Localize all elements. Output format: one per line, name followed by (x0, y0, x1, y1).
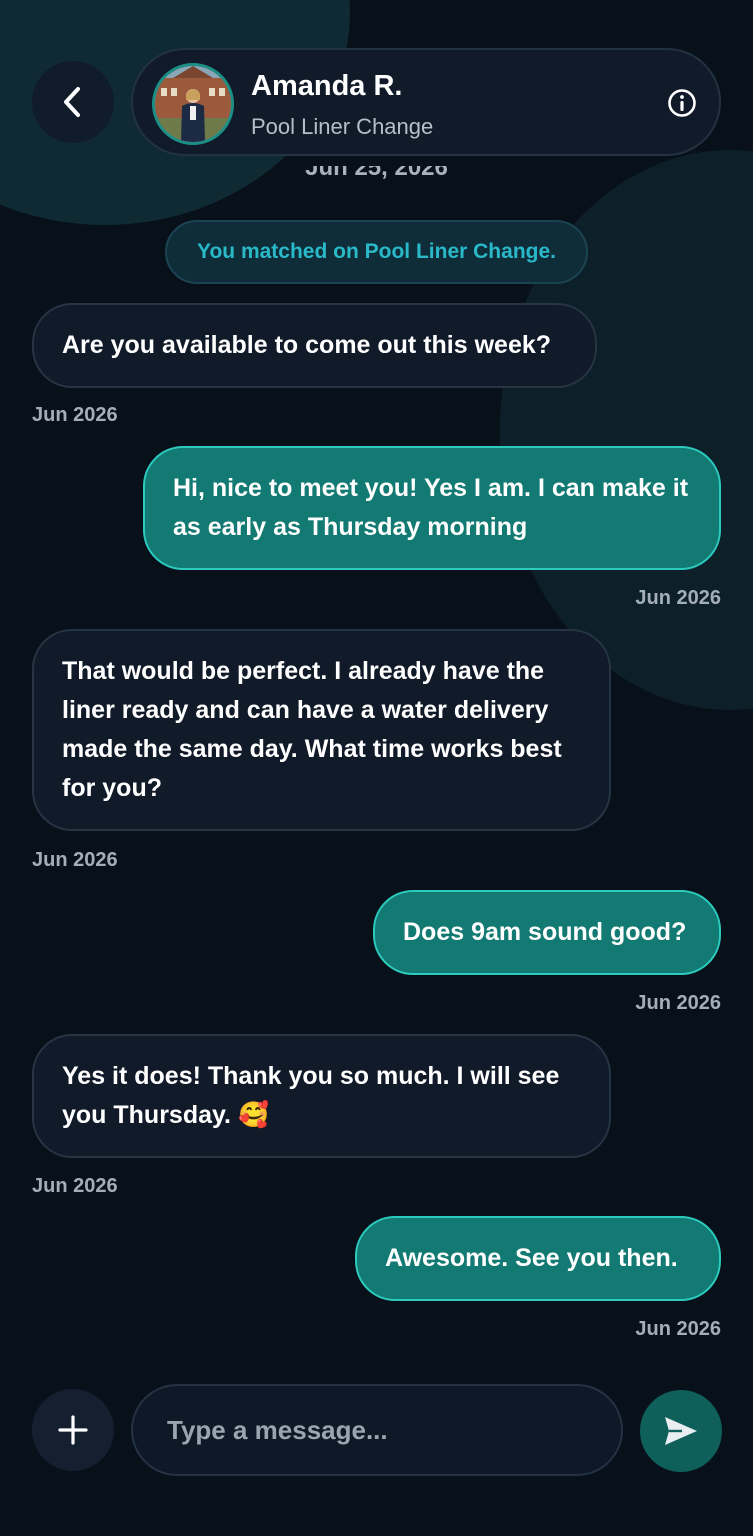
message-timestamp: Jun 2026 (635, 587, 721, 609)
info-icon[interactable] (666, 87, 698, 119)
contact-header[interactable]: Amanda R. Pool Liner Change (131, 48, 721, 156)
contact-subtitle: Pool Liner Change (251, 114, 434, 139)
message-text: That would be perfect. I already have th… (62, 657, 562, 802)
incoming-message-bubble[interactable]: Yes it does! Thank you so much. I will s… (32, 1034, 611, 1158)
message-timestamp: Jun 2026 (32, 404, 118, 426)
chat-screen: Jun 25, 2026 Amanda R. Pool Liner Change… (0, 0, 753, 1536)
match-notice: You matched on Pool Liner Change. (165, 220, 588, 284)
message-text: Hi, nice to meet you! Yes I am. I can ma… (173, 474, 689, 541)
incoming-message-bubble[interactable]: Are you available to come out this week? (32, 303, 597, 388)
message-timestamp: Jun 2026 (635, 992, 721, 1014)
outgoing-message-bubble[interactable]: Does 9am sound good? (373, 890, 721, 975)
send-button[interactable] (640, 1390, 722, 1472)
back-button[interactable] (32, 61, 114, 143)
message-text: Yes it does! Thank you so much. I will s… (62, 1062, 560, 1129)
contact-name: Amanda R. (251, 70, 403, 102)
plus-icon (58, 1415, 88, 1445)
date-divider: Jun 25, 2026 (0, 166, 753, 188)
message-timestamp: Jun 2026 (32, 1175, 118, 1197)
outgoing-message-bubble[interactable]: Awesome. See you then. (355, 1216, 721, 1301)
message-text: Are you available to come out this week? (62, 331, 552, 359)
outgoing-message-bubble[interactable]: Hi, nice to meet you! Yes I am. I can ma… (143, 446, 721, 570)
date-divider-label: Jun 25, 2026 (305, 166, 448, 181)
avatar[interactable] (152, 63, 234, 145)
attach-button[interactable] (32, 1389, 114, 1471)
message-input[interactable] (131, 1384, 623, 1476)
message-timestamp: Jun 2026 (32, 849, 118, 871)
chevron-left-icon (64, 87, 80, 117)
message-text: Awesome. See you then. (385, 1244, 678, 1272)
message-text: Does 9am sound good? (403, 918, 687, 946)
send-icon (665, 1417, 697, 1445)
smiling-face-with-hearts-emoji: 🥰 (237, 1101, 270, 1129)
avatar-photo (155, 66, 231, 142)
message-timestamp: Jun 2026 (635, 1318, 721, 1340)
incoming-message-bubble[interactable]: That would be perfect. I already have th… (32, 629, 611, 831)
